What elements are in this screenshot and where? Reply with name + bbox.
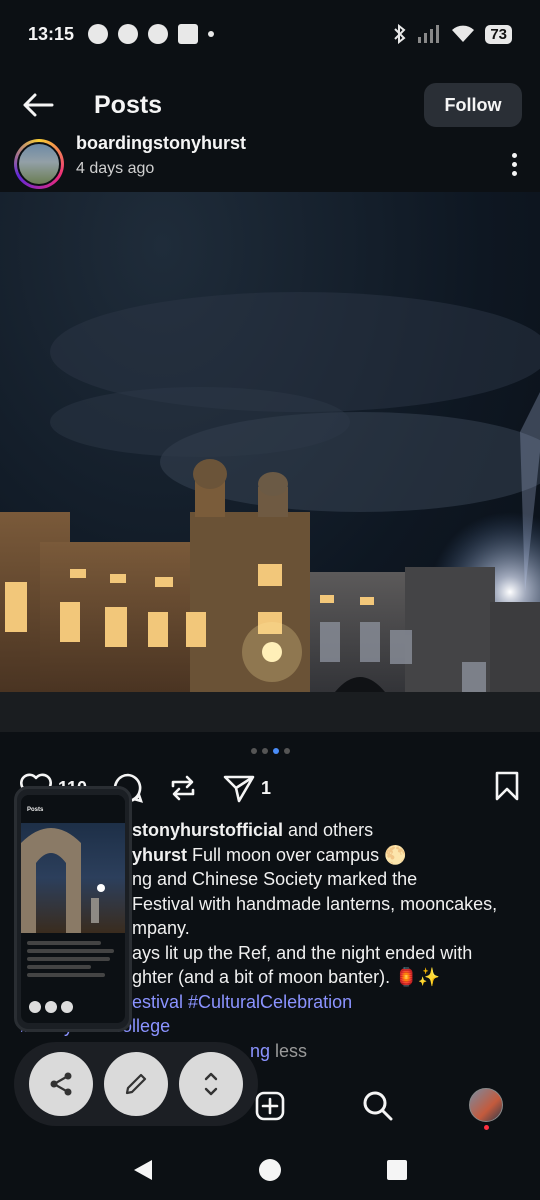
w-app-icon [148,24,169,44]
arrow-left-icon [23,93,54,117]
carousel-dot-active [272,748,279,754]
back-button[interactable] [18,85,58,125]
recents-square-icon[interactable] [386,1159,408,1181]
nav-profile[interactable] [469,1088,503,1130]
mini-title: Posts [27,807,44,813]
send-icon [223,775,255,803]
pinwheel-icon [118,24,139,44]
repost-icon [171,775,195,801]
post-header: boardingstonyhurst 4 days ago [0,133,540,192]
plus-square-icon [255,1091,285,1121]
carousel-dot [250,748,257,754]
search-icon [363,1091,393,1121]
bluetooth-icon [394,24,406,44]
home-circle-icon[interactable] [258,1158,282,1182]
carousel-indicator [0,748,540,754]
status-bar: 13:15 73 [0,0,540,68]
more-notifications-icon [208,31,215,37]
app-header: Posts Follow [0,72,540,138]
bookmark-button[interactable] [494,771,520,806]
notification-dot [484,1125,489,1130]
share-button[interactable]: 1 [223,773,271,803]
nav-search[interactable] [362,1090,394,1122]
follow-button[interactable]: Follow [424,83,522,127]
share-count: 1 [261,777,272,798]
avatar [469,1088,503,1122]
liked-by-user[interactable]: stonyhurstofficial [132,820,283,840]
nav-create[interactable] [254,1090,286,1122]
carousel-dot [283,748,290,754]
mini-caption [27,941,119,981]
battery-indicator: 73 [485,24,512,44]
signal-icon [418,25,440,43]
mini-buttons [29,1001,73,1013]
wifi-icon [452,25,475,42]
less-link[interactable]: less [270,1041,307,1061]
liked-by-others[interactable]: and others [283,820,373,840]
bottom-nav [0,1076,540,1138]
author-username[interactable]: boardingstonyhurst [76,133,246,154]
system-nav-bar [0,1140,540,1200]
carousel-dot [261,748,268,754]
bookmark-icon [495,771,519,800]
caption-username[interactable]: yhurst [132,845,187,865]
caption-text: Full moon over campus 🌕 [187,844,407,865]
author-avatar[interactable] [14,139,64,189]
message-icon [88,24,109,44]
hashtag-partial[interactable]: ng [250,1041,270,1061]
mini-photo [21,823,125,933]
status-time: 13:15 [28,23,75,44]
repost-button[interactable] [169,773,197,803]
post-photo[interactable] [0,192,540,732]
night-building-image [0,292,540,732]
post-time: 4 days ago [76,159,155,177]
back-triangle-icon[interactable] [132,1158,154,1182]
mini-status-bar [21,795,125,805]
notification-icons [88,24,215,44]
outlook-icon [178,24,199,44]
screenshot-preview[interactable]: Posts [14,786,132,1032]
more-options-button[interactable] [502,152,526,176]
page-title: Posts [94,90,163,119]
